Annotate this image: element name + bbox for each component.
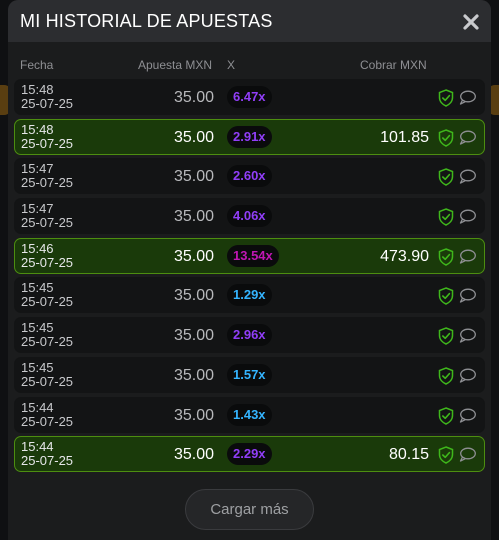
- provably-fair-shield-icon[interactable]: [438, 89, 454, 107]
- provably-fair-shield-icon[interactable]: [438, 367, 454, 385]
- multiplier-badge: 1.29x: [227, 284, 272, 307]
- bet-datetime: 15:48 25-07-25: [21, 83, 73, 111]
- bet-datetime: 15:44 25-07-25: [21, 399, 74, 429]
- bet-datetime: 15:46 25-07-25: [21, 240, 74, 270]
- bet-datetime: 15:47 25-07-25: [21, 162, 73, 190]
- multiplier-badge: 1.57x: [227, 363, 272, 386]
- bet-time: 15:47: [21, 161, 54, 177]
- table-row: 15:45 25-07-25 35.00 2.96x: [14, 317, 485, 354]
- table-row: 15:47 25-07-25 35.00 4.06x: [14, 198, 485, 235]
- bet-history-modal: MI HISTORIAL DE APUESTAS Fecha Apuesta M…: [8, 0, 491, 540]
- column-header-fecha: Fecha: [20, 58, 54, 72]
- table-row: 15:46 25-07-25 35.00 13.54x 473.90: [14, 237, 485, 274]
- column-header-cobrar: Cobrar MXN: [360, 58, 427, 72]
- chat-bubble-icon[interactable]: [459, 130, 476, 145]
- chat-bubble-icon[interactable]: [459, 288, 476, 304]
- cashout-amount: 80.15: [388, 446, 429, 464]
- bet-time: 15:47: [21, 201, 54, 217]
- bet-time: 15:48: [21, 82, 54, 97]
- bet-time: 15:44: [21, 399, 54, 415]
- bet-amount: 35.00: [173, 287, 214, 305]
- table-row: 15:44 25-07-25 35.00 2.29x 80.15: [14, 436, 485, 473]
- bet-amount: 35.00: [173, 446, 214, 464]
- provably-fair-shield-icon[interactable]: [438, 446, 454, 465]
- bet-time: 15:45: [21, 359, 54, 375]
- chat-bubble-icon[interactable]: [459, 249, 476, 264]
- bet-amount: 35.00: [173, 128, 214, 146]
- provably-fair-shield-icon[interactable]: [438, 208, 454, 226]
- column-header-x: X: [227, 58, 236, 72]
- bet-datetime: 15:47 25-07-25: [21, 202, 73, 230]
- multiplier-badge: 13.54x: [227, 244, 279, 267]
- bet-date: 25-07-25: [21, 96, 74, 111]
- bet-amount: 35.00: [173, 89, 214, 106]
- bet-amount: 35.00: [173, 406, 214, 424]
- provably-fair-shield-icon[interactable]: [438, 247, 454, 266]
- multiplier-badge: 4.06x: [227, 205, 272, 228]
- bet-date: 25-07-25: [21, 334, 74, 350]
- table-row: 15:48 25-07-25 35.00 2.91x 101.85: [14, 118, 485, 155]
- cashout-amount: 473.90: [380, 247, 429, 265]
- chat-bubble-icon[interactable]: [459, 90, 476, 105]
- load-more-button[interactable]: Cargar más: [185, 489, 314, 530]
- chat-bubble-icon[interactable]: [459, 408, 476, 423]
- multiplier-badge: 1.43x: [227, 403, 272, 426]
- chat-bubble-icon[interactable]: [459, 169, 476, 185]
- bet-datetime: 15:45 25-07-25: [21, 359, 74, 389]
- bet-datetime: 15:45 25-07-25: [21, 281, 73, 309]
- table-row: 15:48 25-07-25 35.00 6.47x: [14, 79, 485, 115]
- bet-date: 25-07-25: [21, 294, 74, 310]
- bet-date: 25-07-25: [21, 175, 74, 191]
- bet-date: 25-07-25: [21, 254, 74, 270]
- bet-amount: 35.00: [173, 366, 214, 384]
- provably-fair-shield-icon[interactable]: [438, 406, 454, 425]
- chat-bubble-icon[interactable]: [459, 209, 476, 224]
- bet-time: 15:44: [21, 439, 54, 455]
- chat-bubble-icon[interactable]: [459, 328, 476, 343]
- table-header: Fecha Apuesta MXN X Cobrar MXN: [8, 52, 491, 82]
- chat-bubble-icon[interactable]: [459, 368, 476, 383]
- chat-bubble-icon[interactable]: [459, 447, 476, 462]
- table-row: 15:45 25-07-25 35.00 1.29x: [14, 277, 485, 314]
- table-row: 15:47 25-07-25 35.00 2.60x: [14, 158, 485, 195]
- multiplier-badge: 2.91x: [227, 125, 272, 148]
- modal-title: MI HISTORIAL DE APUESTAS: [20, 11, 273, 31]
- bet-datetime: 15:44 25-07-25: [21, 440, 73, 468]
- bet-date: 25-07-25: [21, 215, 74, 231]
- bet-date: 25-07-25: [21, 413, 74, 429]
- bet-time: 15:48: [21, 121, 54, 137]
- multiplier-badge: 2.96x: [227, 324, 272, 347]
- provably-fair-shield-icon[interactable]: [438, 327, 454, 345]
- bet-date: 25-07-25: [21, 135, 74, 151]
- table-row: 15:44 25-07-25 35.00 1.43x: [14, 396, 485, 433]
- modal-header: MI HISTORIAL DE APUESTAS: [8, 0, 491, 42]
- bet-amount: 35.00: [173, 247, 214, 265]
- multiplier-badge: 2.29x: [227, 443, 272, 466]
- close-icon[interactable]: [461, 12, 481, 32]
- column-header-apuesta: Apuesta MXN: [138, 58, 213, 72]
- table-row: 15:45 25-07-25 35.00 1.57x: [14, 356, 485, 393]
- multiplier-badge: 2.60x: [227, 165, 272, 188]
- bet-amount: 35.00: [173, 327, 214, 345]
- cashout-amount: 101.85: [380, 128, 429, 146]
- bet-time: 15:45: [21, 320, 54, 336]
- bet-amount: 35.00: [173, 208, 214, 226]
- bet-date: 25-07-25: [21, 453, 74, 469]
- bet-datetime: 15:45 25-07-25: [21, 321, 73, 349]
- bet-time: 15:46: [21, 240, 54, 256]
- bet-time: 15:45: [21, 280, 54, 296]
- provably-fair-shield-icon[interactable]: [438, 128, 454, 147]
- provably-fair-shield-icon[interactable]: [438, 287, 454, 306]
- bet-date: 25-07-25: [21, 373, 74, 389]
- multiplier-badge: 6.47x: [227, 86, 272, 108]
- provably-fair-shield-icon[interactable]: [438, 168, 454, 187]
- bet-history-list: 15:48 25-07-25 35.00 6.47x 15:48 25-07-2…: [14, 79, 485, 476]
- bet-datetime: 15:48 25-07-25: [21, 121, 74, 151]
- bet-amount: 35.00: [173, 168, 214, 186]
